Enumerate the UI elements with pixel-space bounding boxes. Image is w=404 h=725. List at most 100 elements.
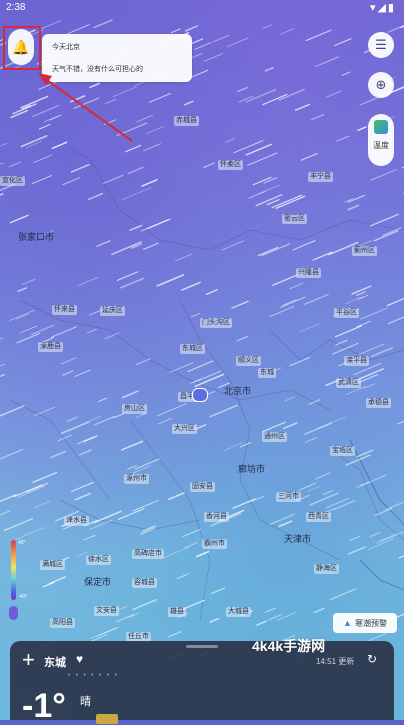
wind-streak [188,361,213,371]
wind-streak [234,141,263,153]
map-label: 雄县 [168,607,186,617]
location-marker[interactable] [192,388,208,402]
map-label: 西青区 [306,512,331,522]
wind-streak [279,521,291,526]
wind-streak [75,494,90,500]
drag-handle[interactable] [186,645,218,648]
wind-streak [0,163,4,175]
wind-streak [72,165,89,172]
wind-streak [334,501,355,510]
layer-temperature-button[interactable]: 温度 [368,114,394,166]
weather-map[interactable]: 张家口市北京市廊坊市天津市保定市东城区通州区怀柔区顺义区平谷区大兴区房山区门头沟… [0,0,404,720]
wind-streak [90,520,112,529]
wind-streak [387,293,404,305]
map-label: 涿鹿县 [38,342,63,352]
wind-streak [377,531,404,543]
wind-streak [336,340,347,345]
map-label: 武清区 [336,378,361,388]
map-label: 怀来县 [52,305,77,315]
wind-streak [263,94,287,104]
cold-wave-warning-button[interactable]: ▲ 寒潮预警 [333,613,397,633]
map-label: 宣化区 [0,176,25,186]
rain-drop-icon [9,606,18,620]
layer-label: 温度 [368,140,394,151]
wind-streak [191,313,199,316]
map-label: 满城区 [40,560,65,570]
wind-streak [185,543,197,548]
wind-streak [133,500,158,511]
wind-streak [246,90,275,102]
map-label: 涞水县 [64,516,89,526]
wind-streak [290,357,310,365]
wind-streak [239,96,253,102]
wind-streak [117,123,147,135]
wind-streak [323,491,332,495]
wind-streak [119,509,144,520]
wind-streak [183,529,200,536]
wind-streak [270,307,294,317]
map-label: 门头沟区 [200,318,232,328]
aqi-badge [96,714,118,724]
map-label: 大城县 [226,607,251,617]
menu-button[interactable]: ☰ [368,32,394,58]
wind-streak [133,600,156,610]
favorite-heart-icon[interactable]: ♥ [76,652,83,666]
wind-streak [0,406,24,417]
wind-streak [114,414,123,418]
map-label: 怀柔区 [218,160,243,170]
wind-streak [117,615,133,622]
wind-streak [330,589,356,600]
wind-streak [265,608,275,612]
wind-streak [4,519,32,531]
temperature-legend: 40° -40° [8,540,20,622]
wind-streak [17,314,29,319]
wind-streak [371,170,396,181]
wind-streak [315,57,339,67]
map-label: 天津市 [282,534,313,544]
map-label: 宝坻区 [330,446,355,456]
wind-streak [18,486,45,497]
notification-bubble[interactable]: 今天北京 天气不错，没有什么可担心的 [42,34,192,82]
wind-streak [185,101,193,104]
wind-streak [87,329,96,333]
wind-streak [39,125,50,129]
wind-streak [204,163,214,167]
current-weather-panel[interactable]: + 东城 ♥ • • • • • • • 14:51 更新 ↻ -1° 晴 [10,641,394,720]
wind-streak [357,292,366,296]
wind-streak [158,418,172,424]
wind-streak [370,532,380,536]
wind-streak [143,144,160,151]
locate-button[interactable]: ⊕ [368,72,394,98]
wind-streak [89,416,100,421]
wind-streak [306,30,331,40]
wind-streak [374,231,397,241]
wind-streak [263,25,271,29]
warning-label: 寒潮预警 [355,618,387,629]
wind-streak [349,547,365,554]
locate-icon: ⊕ [376,77,387,93]
wind-streak [78,437,94,444]
wind-streak [307,486,321,492]
wind-streak [237,337,248,341]
map-label: 文安县 [94,606,119,616]
wind-streak [34,407,55,416]
wind-streak [125,145,140,151]
wind-streak [157,275,183,286]
wind-streak [26,142,41,148]
wind-streak [136,413,146,417]
refresh-icon[interactable]: ↻ [367,652,377,666]
wind-streak [137,115,153,122]
wind-streak [10,310,35,320]
wind-streak [238,88,247,92]
wind-streak [346,297,363,304]
wind-streak [305,438,316,443]
wind-streak [98,398,106,401]
map-label: 顺义区 [236,356,261,366]
wind-streak [143,243,158,249]
wind-streak [112,242,142,254]
notification-line2: 天气不错，没有什么可担心的 [52,64,143,74]
wind-streak [0,449,23,461]
wind-streak [305,423,331,434]
add-city-button[interactable]: + [22,649,35,671]
status-time: 2:38 [6,2,25,13]
